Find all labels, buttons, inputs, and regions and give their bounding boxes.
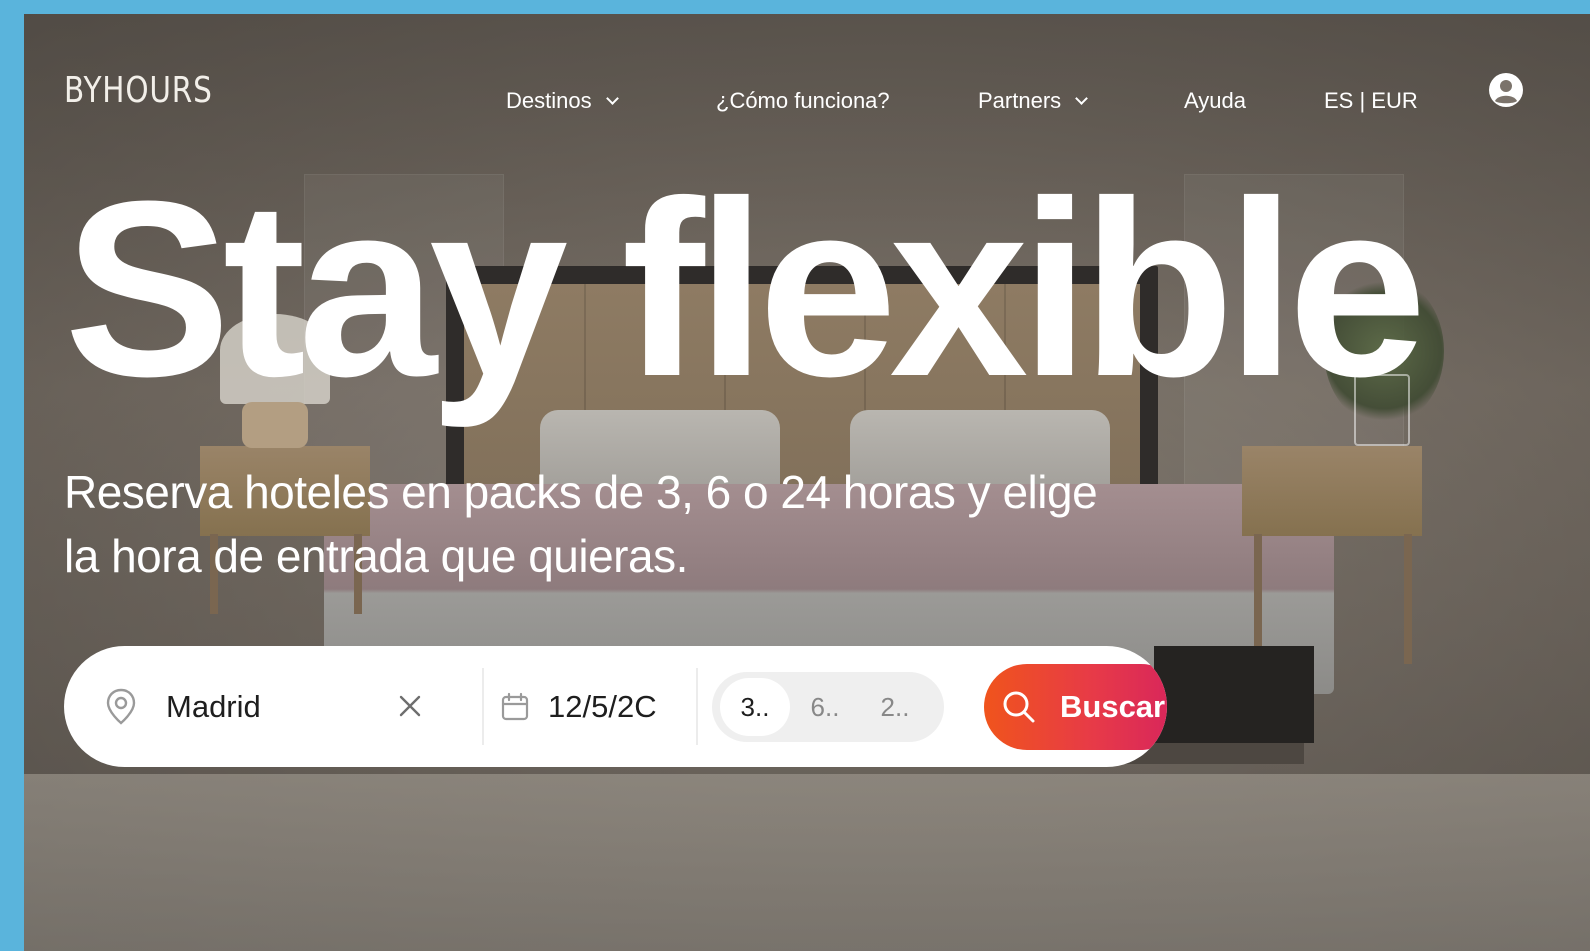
pack-option-6h[interactable]: 6.. xyxy=(790,678,860,736)
date-input[interactable]: 12/5/2C xyxy=(548,689,656,725)
close-icon[interactable] xyxy=(396,692,424,720)
map-pin-icon xyxy=(106,688,136,725)
pack-selector: 3.. 6.. 2.. xyxy=(712,672,944,742)
nav-partners-label: Partners xyxy=(978,88,1062,113)
language-currency-selector[interactable]: ES | EUR xyxy=(1324,88,1418,114)
hero-section: BYHOURS Destinos ¿Cómo funciona? Partner… xyxy=(24,14,1590,951)
hero-title: Stay flexible xyxy=(64,149,1427,428)
divider xyxy=(482,668,484,745)
search-button-label: Buscar xyxy=(1060,689,1166,724)
main-nav: Destinos ¿Cómo funciona? Partners Ayuda … xyxy=(24,84,1590,120)
chevron-down-icon xyxy=(1075,91,1089,105)
date-field[interactable]: 12/5/2C xyxy=(500,646,680,767)
nav-ayuda-label: Ayuda xyxy=(1184,88,1246,113)
user-circle-icon[interactable] xyxy=(1488,72,1524,108)
chevron-down-icon xyxy=(605,91,619,105)
nav-como-funciona-label: ¿Cómo funciona? xyxy=(716,88,890,113)
language-currency-label: ES | EUR xyxy=(1324,88,1418,113)
location-input[interactable]: Madrid xyxy=(166,689,386,725)
pack-option-24h[interactable]: 2.. xyxy=(860,678,930,736)
search-button[interactable]: Buscar xyxy=(984,664,1167,750)
pack-option-3h[interactable]: 3.. xyxy=(720,678,790,736)
nav-destinos[interactable]: Destinos xyxy=(506,88,619,114)
nav-partners[interactable]: Partners xyxy=(978,88,1089,114)
nav-ayuda[interactable]: Ayuda xyxy=(1184,88,1246,114)
search-bar: Madrid 12/5/2C 3.. 6.. 2.. Buscar xyxy=(64,646,1167,767)
calendar-icon xyxy=(501,692,529,720)
nav-como-funciona[interactable]: ¿Cómo funciona? xyxy=(716,88,890,114)
nav-destinos-label: Destinos xyxy=(506,88,592,113)
divider xyxy=(696,668,698,745)
hero-subtitle: Reserva hoteles en packs de 3, 6 o 24 ho… xyxy=(64,466,1098,582)
search-icon xyxy=(1003,691,1035,723)
